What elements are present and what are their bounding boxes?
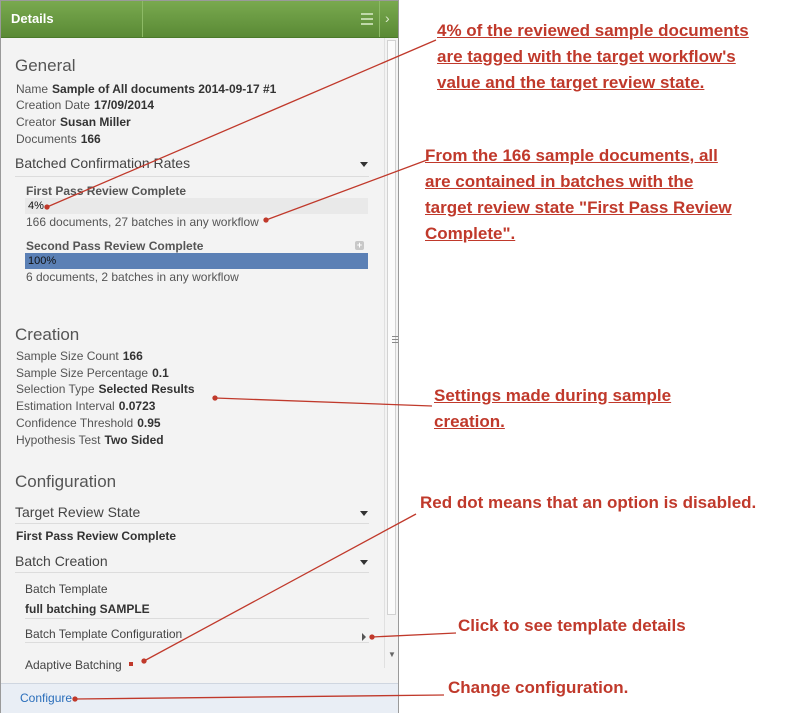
annotation-percent-tagged: 4% of the reviewed sample documents are … — [437, 21, 749, 92]
annotation-line-3 — [214, 397, 433, 407]
annotation-line-1 — [46, 39, 437, 208]
annotation-line-4 — [143, 513, 417, 662]
annotation-dot-1 — [44, 204, 50, 210]
annotation-line-2 — [265, 159, 428, 221]
annotation-red-dot: Red dot means that an option is disabled… — [420, 493, 757, 512]
annotation-template-details: Click to see template details — [458, 616, 686, 635]
annotation-dot-3 — [212, 395, 218, 401]
annotation-line-6 — [74, 694, 445, 700]
annotation-change-configuration: Change configuration. — [448, 678, 629, 697]
annotation-dot-2 — [263, 217, 269, 223]
annotation-creation-settings: Settings made during sample creation. — [434, 386, 672, 431]
annotation-dot-5 — [369, 634, 375, 640]
annotation-batches-contained: From the 166 sample documents, all are c… — [425, 146, 732, 243]
annotation-arrows — [44, 39, 457, 702]
annotation-line-5 — [371, 632, 457, 638]
annotation-dot-6 — [72, 696, 78, 702]
annotation-dot-4 — [141, 658, 147, 664]
